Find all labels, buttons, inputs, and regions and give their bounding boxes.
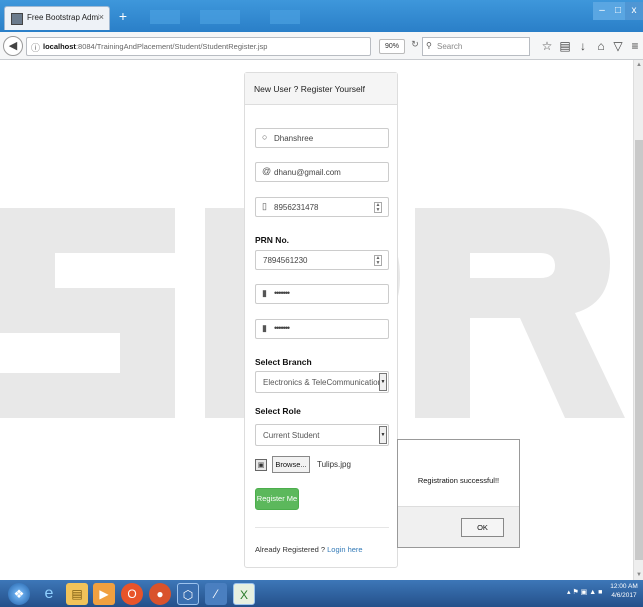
name-field[interactable]: ○ Dhanshree [255, 128, 389, 148]
confirm-password-field[interactable]: ▮ ••••••• [255, 319, 389, 339]
email-value: dhanu@gmail.com [274, 168, 341, 177]
password-field[interactable]: ▮ ••••••• [255, 284, 389, 304]
minimize-button[interactable]: – [593, 2, 611, 20]
already-registered-text: Already Registered ? Login here [255, 545, 363, 554]
downloads-icon[interactable]: ↓ [576, 39, 590, 55]
login-link[interactable]: Login here [327, 545, 362, 554]
browser-tab[interactable]: Free Bootstrap Admin Templ × [4, 6, 110, 30]
title-bar-blur [150, 10, 180, 24]
selected-file-name: Tulips.jpg [317, 460, 351, 469]
ok-button[interactable]: OK [461, 518, 504, 537]
system-tray-icons[interactable]: ▴ ⚑ ▣ ▲ ■ [567, 588, 602, 596]
lock-icon: ▮ [262, 323, 267, 333]
chevron-down-icon[interactable]: ▼ [379, 426, 387, 444]
back-button[interactable]: ◀ [3, 36, 23, 56]
prn-label: PRN No. [255, 235, 289, 245]
tab-close-icon[interactable]: × [99, 12, 104, 22]
taskbar-clock[interactable]: 12:00 AM 4/6/2017 [606, 582, 642, 600]
prn-spinner-icon[interactable]: ▲ ▼ [374, 255, 382, 266]
phone-value: 8956231478 [274, 203, 319, 212]
scroll-down-icon[interactable]: ▼ [636, 572, 642, 578]
image-file-icon: ▣ [255, 459, 267, 471]
opera-icon[interactable]: O [121, 583, 143, 605]
chevron-down-icon[interactable]: ▼ [379, 373, 387, 391]
media-player-icon[interactable]: ▶ [93, 583, 115, 605]
tab-title: Free Bootstrap Admin Templ [27, 13, 99, 22]
url-text: localhost:8084/TrainingAndPlacement/Stud… [43, 42, 268, 51]
app-icon[interactable]: ⁄ [205, 583, 227, 605]
home-icon[interactable]: ⌂ [594, 39, 608, 55]
maximize-button[interactable]: □ [611, 2, 625, 20]
email-icon: @ [262, 166, 272, 176]
reading-list-icon[interactable]: ▤ [558, 39, 572, 55]
url-bar[interactable]: ⓘ localhost:8084/TrainingAndPlacement/St… [26, 37, 371, 56]
search-placeholder: Search [437, 42, 463, 51]
browser-search-input[interactable]: ⚲ Search [422, 37, 530, 56]
clock-date: 4/6/2017 [611, 592, 637, 599]
email-field[interactable]: @ dhanu@gmail.com [255, 162, 389, 182]
dialog-message: Registration successful!! [417, 476, 500, 485]
alert-dialog: Registration successful!! OK [397, 439, 520, 548]
scroll-up-icon[interactable]: ▲ [636, 62, 642, 68]
phone-field[interactable]: ▯ 8956231478 ▲ ▼ [255, 197, 389, 217]
zoom-indicator[interactable]: 90% [379, 39, 405, 54]
password-value: ••••••• [274, 288, 290, 298]
bookmark-star-icon[interactable]: ☆ [540, 39, 554, 55]
reload-icon[interactable]: ↻ [408, 39, 422, 54]
branch-value: Electronics & TeleCommunication [263, 378, 383, 387]
firefox-icon[interactable]: ● [149, 583, 171, 605]
info-icon: ⓘ [31, 43, 41, 53]
browse-button[interactable]: Browse... [272, 456, 310, 473]
title-bar-blur [270, 10, 300, 24]
divider [255, 527, 389, 528]
clock-time: 12:00 AM [610, 583, 638, 590]
new-tab-button[interactable]: + [114, 9, 132, 25]
role-label: Select Role [255, 406, 301, 416]
panel-heading: New User ? Register Yourself [245, 73, 397, 105]
menu-icon[interactable]: ≡ [628, 39, 642, 55]
close-window-button[interactable]: x [625, 2, 643, 20]
phone-icon: ▯ [262, 201, 267, 211]
pocket-icon[interactable]: ▽ [611, 39, 625, 55]
tab-favicon-icon [11, 13, 23, 25]
phone-spinner-icon[interactable]: ▲ ▼ [374, 202, 382, 213]
prn-value: 7894561230 [263, 256, 308, 265]
excel-icon[interactable]: X [233, 583, 255, 605]
branch-select[interactable]: Electronics & TeleCommunication ▼ [255, 371, 389, 393]
confirm-password-value: ••••••• [274, 323, 290, 333]
lock-icon: ▮ [262, 288, 267, 298]
search-icon: ⚲ [426, 41, 432, 50]
scrollbar-thumb[interactable] [635, 140, 643, 560]
branch-label: Select Branch [255, 357, 312, 367]
register-panel: New User ? Register Yourself ○ Dhanshree… [244, 72, 398, 568]
panel-title: New User ? Register Yourself [254, 84, 366, 94]
netbeans-icon[interactable]: ⬡ [177, 583, 199, 605]
file-explorer-icon[interactable]: ▤ [66, 583, 88, 605]
register-button[interactable]: Register Me [255, 488, 299, 510]
title-bar-blur [200, 10, 240, 24]
start-button-icon[interactable]: ❖ [8, 583, 30, 605]
name-value: Dhanshree [274, 134, 314, 143]
page-scrollbar[interactable]: ▲ ▼ [633, 60, 643, 580]
internet-explorer-icon[interactable]: e [38, 583, 60, 605]
prn-field[interactable]: 7894561230 ▲ ▼ [255, 250, 389, 270]
role-select[interactable]: Current Student ▼ [255, 424, 389, 446]
role-value: Current Student [263, 431, 320, 440]
user-icon: ○ [262, 132, 268, 142]
